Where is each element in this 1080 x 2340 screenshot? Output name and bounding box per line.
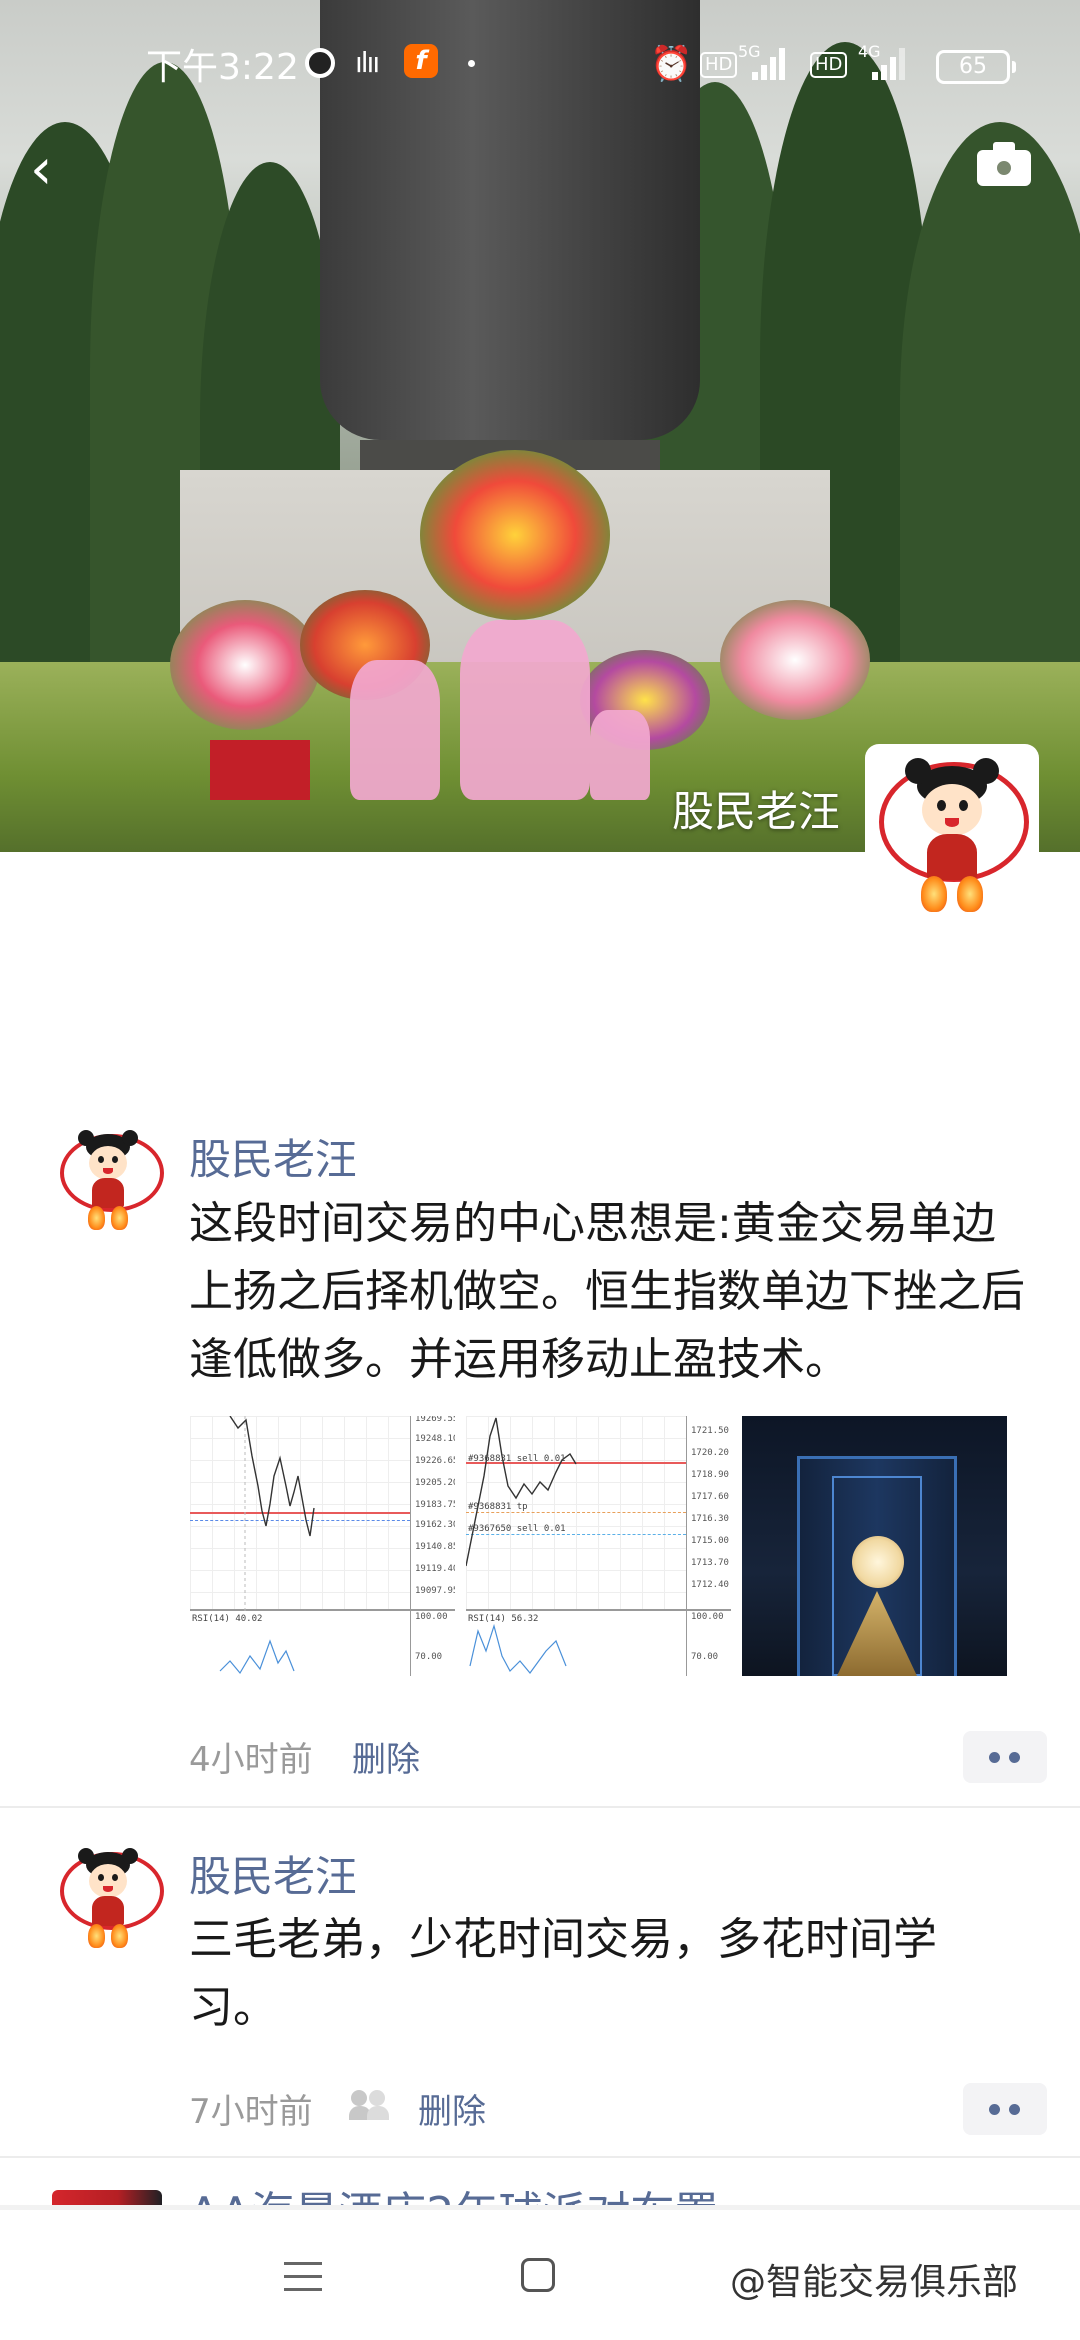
hd-badge-1: HD xyxy=(700,52,738,78)
menu-button[interactable] xyxy=(284,2262,322,2292)
chevron-left-icon: ‹ xyxy=(30,137,53,202)
visibility-people-icon xyxy=(349,2090,393,2120)
rsi-label: RSI(14) 40.02 xyxy=(192,1614,263,1624)
signal-bars-icon-2 xyxy=(872,46,912,80)
alarm-icon: ⏰ xyxy=(650,44,693,84)
more-notifications-icon xyxy=(468,60,475,67)
post-text: 三毛老弟，少花时间交易，多花时间学习。 xyxy=(189,1914,937,2033)
app-notification-icon: f xyxy=(404,44,438,78)
cover-photo[interactable] xyxy=(0,0,1080,852)
hd-badge-2: HD xyxy=(810,52,848,78)
watermark: @智能交易俱乐部 xyxy=(730,2262,1019,2303)
rsi-label: RSI(14) 56.32 xyxy=(468,1614,539,1624)
post-avatar[interactable] xyxy=(56,1846,164,1950)
post-text: 这段时间交易的中心思想是:黄金交易单边上扬之后择机做空。恒生指数单边下挫之后逢低… xyxy=(189,1198,1025,1385)
more-actions-button[interactable] xyxy=(963,1731,1047,1783)
back-button[interactable]: ‹ xyxy=(30,140,90,200)
delete-link[interactable]: 删除 xyxy=(352,1732,420,1781)
price-line xyxy=(466,1417,577,1567)
home-button[interactable] xyxy=(521,2258,555,2292)
battery-icon: 65 xyxy=(936,50,1016,84)
signal-bars-icon xyxy=(752,46,792,80)
post-time: 7小时前 xyxy=(189,2092,313,2132)
divider xyxy=(0,1806,1080,1808)
post-author[interactable]: 股民老汪 xyxy=(189,1126,357,1187)
status-time: 下午3:22 xyxy=(146,47,299,88)
post-avatar[interactable] xyxy=(56,1128,164,1232)
post-author[interactable]: 股民老汪 xyxy=(189,1843,357,1904)
status-bar: 下午3:22 ılıı f ⏰ HD 5G HD 4G 65 xyxy=(0,0,1080,120)
camera-button[interactable] xyxy=(975,140,1035,188)
more-actions-button[interactable] xyxy=(963,2083,1047,2135)
profile-name: 股民老汪 xyxy=(671,787,840,836)
divider xyxy=(0,2156,1080,2158)
screen-record-icon xyxy=(305,48,335,78)
profile-avatar[interactable] xyxy=(865,744,1039,918)
post-image-photo[interactable] xyxy=(742,1416,1007,1676)
post-time: 4小时前 xyxy=(189,1740,313,1780)
delete-link[interactable]: 删除 xyxy=(418,2084,486,2133)
post-image-chart-1[interactable]: RSI(14) 40.02 19269.55 19248.10 19226.65… xyxy=(190,1416,455,1676)
moon xyxy=(852,1536,904,1588)
post-image-chart-2[interactable]: #9368831 sell 0.01 #9368831 tp #9367650 … xyxy=(466,1416,731,1676)
audio-wave-icon: ılıı xyxy=(355,46,380,79)
price-line xyxy=(229,1416,315,1611)
